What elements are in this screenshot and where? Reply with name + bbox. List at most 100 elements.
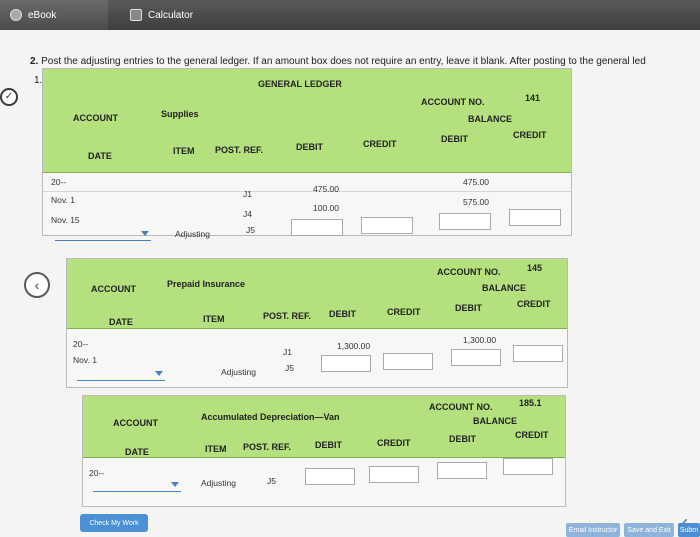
account-no-label: ACCOUNT NO. <box>421 97 485 107</box>
row-post-ref: J4 <box>243 209 252 219</box>
ledger-accumulated-depreciation-van: ACCOUNT Accumulated Depreciation—Van ACC… <box>82 395 566 507</box>
balance-debit-input[interactable] <box>439 213 491 230</box>
tab-ebook-label: eBook <box>28 9 57 21</box>
row-balance-debit: 475.00 <box>463 177 489 187</box>
account-no: 145 <box>527 263 543 273</box>
col-date: DATE <box>88 151 112 161</box>
col-debit: DEBIT <box>296 142 323 152</box>
account-no: 141 <box>525 93 541 103</box>
credit-input[interactable] <box>369 466 419 483</box>
balance-credit-input[interactable] <box>503 458 553 475</box>
col-item: ITEM <box>205 444 227 454</box>
row-item: Adjusting <box>221 367 256 377</box>
row-date: 20-- <box>51 177 67 187</box>
col-item: ITEM <box>173 146 195 156</box>
check-icon: ✓ <box>0 88 18 106</box>
previous-button[interactable]: ‹ <box>24 272 50 298</box>
account-label: ACCOUNT <box>73 113 118 123</box>
col-debit: DEBIT <box>329 309 356 319</box>
row-post-ref: J1 <box>243 189 252 199</box>
check-my-work-button[interactable]: Check My Work <box>80 514 148 532</box>
account-name: Supplies <box>161 109 199 119</box>
date-dropdown[interactable] <box>77 369 165 381</box>
main-content: 2. Post the adjusting entries to the gen… <box>0 30 700 537</box>
col-balance-credit: CREDIT <box>517 299 551 309</box>
row-date: Nov. 1 <box>73 355 97 365</box>
chevron-left-icon: ‹ <box>34 277 40 293</box>
balance-debit-input[interactable] <box>451 349 501 366</box>
row-debit: 100.00 <box>313 203 339 213</box>
row-debit: 1,300.00 <box>337 341 371 351</box>
col-date: DATE <box>125 447 149 457</box>
debit-input[interactable] <box>321 355 371 372</box>
balance-label: BALANCE <box>482 283 526 293</box>
col-post-ref: POST. REF. <box>215 145 264 155</box>
row-balance-debit: 575.00 <box>463 197 489 207</box>
row-debit: 475.00 <box>313 184 339 194</box>
row-post-ref: J5 <box>267 476 276 486</box>
account-label: ACCOUNT <box>91 284 136 294</box>
row-post-ref: J1 <box>283 347 292 357</box>
balance-debit-input[interactable] <box>437 462 487 479</box>
balance-label: BALANCE <box>473 416 517 426</box>
email-instructor-button[interactable]: Email Instructor <box>566 523 620 537</box>
row-date: Nov. 1 <box>51 195 75 205</box>
row-post-ref: J5 <box>285 363 294 373</box>
question-number: 2. <box>30 56 39 67</box>
question-body: Post the adjusting entries to the genera… <box>41 56 646 67</box>
ledger-header: GENERAL LEDGER ACCOUNT Supplies ACCOUNT … <box>43 69 571 173</box>
col-credit: CREDIT <box>377 438 411 448</box>
col-credit: CREDIT <box>363 139 397 149</box>
row-date: 20-- <box>89 468 105 478</box>
debit-input[interactable] <box>305 468 355 485</box>
chevron-down-icon <box>155 371 163 376</box>
row-date: Nov. 15 <box>51 215 80 225</box>
col-credit: CREDIT <box>387 307 421 317</box>
date-dropdown[interactable] <box>55 229 151 241</box>
credit-input[interactable] <box>361 217 413 234</box>
row-divider <box>43 191 571 192</box>
ledger-prepaid-insurance: ACCOUNT Prepaid Insurance ACCOUNT NO. 14… <box>66 258 568 388</box>
tab-calculator-label: Calculator <box>148 9 194 21</box>
col-balance-debit: DEBIT <box>441 134 468 144</box>
question-text: 2. Post the adjusting entries to the gen… <box>30 56 646 67</box>
chevron-down-icon <box>171 482 179 487</box>
col-balance-debit: DEBIT <box>455 303 482 313</box>
ledger-header: ACCOUNT Accumulated Depreciation—Van ACC… <box>83 396 565 458</box>
col-balance-credit: CREDIT <box>515 430 549 440</box>
col-post-ref: POST. REF. <box>243 442 292 452</box>
col-date: DATE <box>109 317 133 327</box>
account-no-label: ACCOUNT NO. <box>429 402 493 412</box>
tab-calculator[interactable]: Calculator <box>120 0 220 30</box>
col-post-ref: POST. REF. <box>263 311 312 321</box>
ebook-icon <box>10 9 22 21</box>
ledger-supplies: GENERAL LEDGER ACCOUNT Supplies ACCOUNT … <box>42 68 572 241</box>
credit-input[interactable] <box>383 353 433 370</box>
account-name: Accumulated Depreciation—Van <box>201 412 340 422</box>
row-post-ref: J5 <box>246 225 255 235</box>
top-bar: eBook Calculator <box>0 0 700 30</box>
balance-credit-input[interactable] <box>509 209 561 226</box>
date-dropdown[interactable] <box>93 480 181 492</box>
account-no-label: ACCOUNT NO. <box>437 267 501 277</box>
account-no: 185.1 <box>519 398 542 408</box>
ledger-header: ACCOUNT Prepaid Insurance ACCOUNT NO. 14… <box>67 259 567 329</box>
debit-input[interactable] <box>291 219 343 236</box>
balance-credit-input[interactable] <box>513 345 563 362</box>
row-item: Adjusting <box>175 229 210 239</box>
row-balance-debit: 1,300.00 <box>463 335 497 345</box>
balance-label: BALANCE <box>468 114 512 124</box>
calculator-icon <box>130 9 142 21</box>
row-date: 20-- <box>73 339 89 349</box>
tab-ebook[interactable]: eBook <box>0 0 108 30</box>
chevron-down-icon <box>141 231 149 236</box>
col-balance-debit: DEBIT <box>449 434 476 444</box>
submit-button[interactable]: Subm <box>678 523 700 537</box>
row-item: Adjusting <box>201 478 236 488</box>
account-name: Prepaid Insurance <box>167 279 246 289</box>
account-label: ACCOUNT <box>113 418 158 428</box>
ledger-title: GENERAL LEDGER <box>258 79 342 89</box>
col-debit: DEBIT <box>315 440 342 450</box>
col-balance-credit: CREDIT <box>513 130 547 140</box>
save-and-exit-button[interactable]: Save and Exit <box>624 523 674 537</box>
